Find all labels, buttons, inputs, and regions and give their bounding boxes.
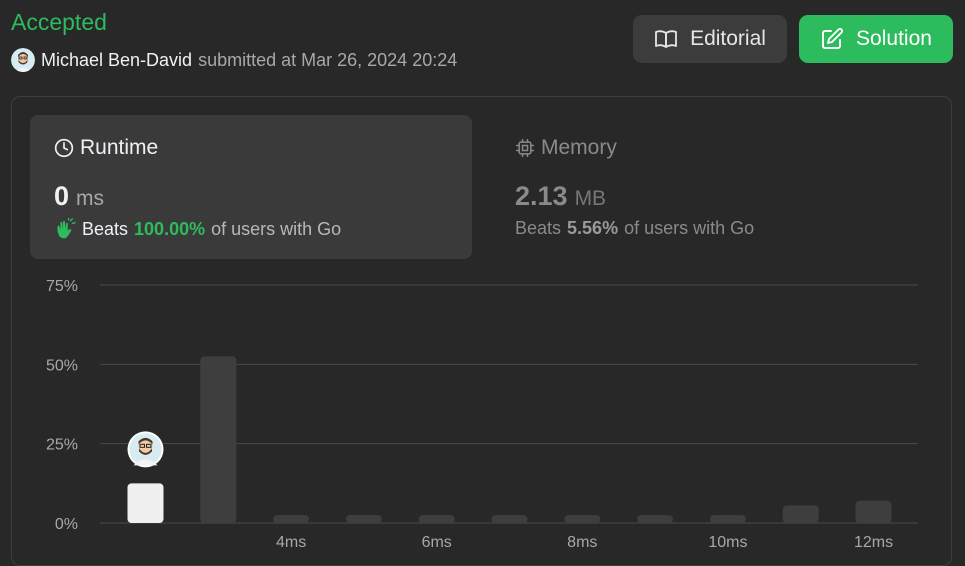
distribution-bar — [418, 515, 455, 523]
x-tick-label: 8ms — [567, 534, 597, 551]
y-tick-label: 75% — [46, 278, 78, 295]
distribution-bar — [782, 505, 819, 523]
y-tick-label: 25% — [46, 437, 78, 454]
distribution-bar — [200, 356, 237, 523]
x-tick-label: 12ms — [854, 534, 893, 551]
user-runtime-bar — [127, 483, 164, 523]
x-tick-label: 4ms — [276, 534, 306, 551]
x-tick-label: 10ms — [708, 534, 747, 551]
distribution-bar — [855, 500, 892, 523]
x-tick-label: 6ms — [422, 534, 452, 551]
user-avatar-marker — [127, 431, 164, 468]
distribution-bar — [637, 515, 674, 523]
distribution-bar — [564, 515, 601, 523]
y-tick-label: 0% — [55, 516, 78, 533]
distribution-bar — [345, 515, 382, 523]
distribution-bar — [491, 515, 528, 523]
distribution-bar — [273, 515, 310, 523]
y-tick-label: 50% — [46, 357, 78, 374]
runtime-distribution-chart: 0% 25% 50% 75% 4ms 6ms 8ms 10ms 12ms — [46, 278, 918, 551]
distribution-bar — [709, 515, 746, 523]
